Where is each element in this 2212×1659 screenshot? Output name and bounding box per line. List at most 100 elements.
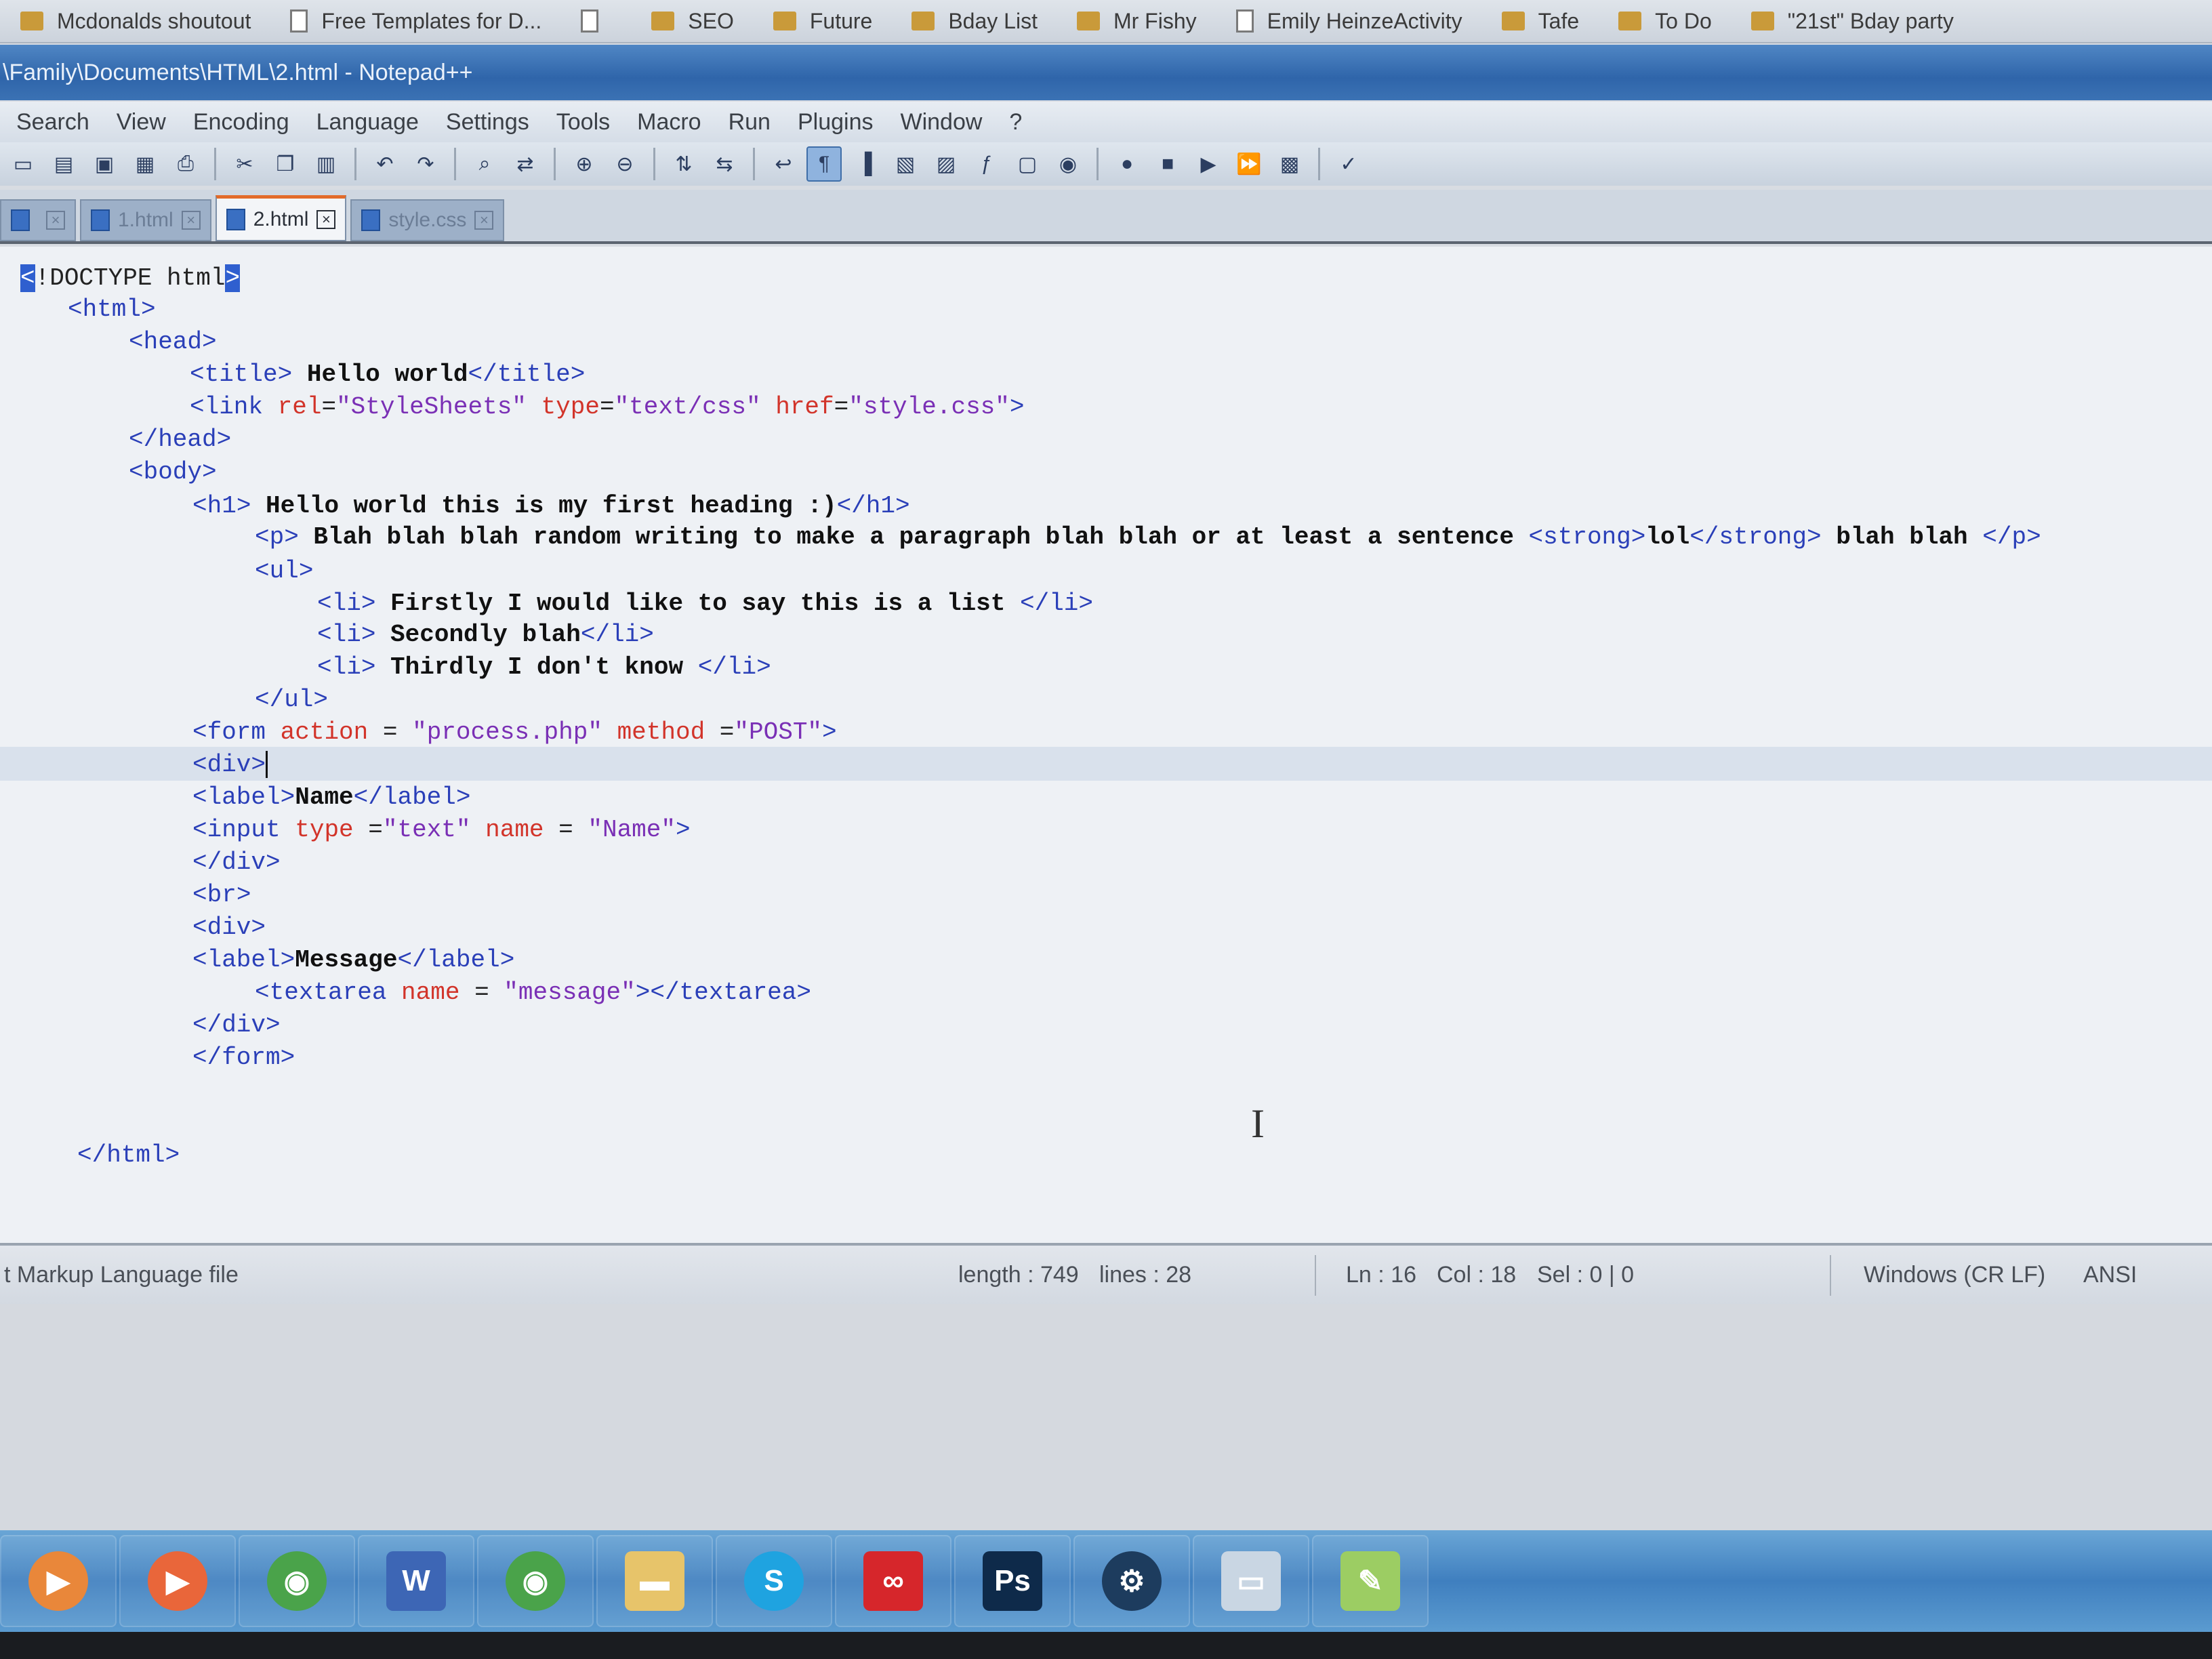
folder-as-workspace-icon[interactable]: ▢ [1010, 146, 1045, 182]
code-line: <li> Thirdly I don't know </li> [317, 653, 771, 681]
notepadpp-icon: ✎ [1340, 1551, 1400, 1611]
menu-view[interactable]: View [117, 109, 166, 136]
paste-icon[interactable]: ▥ [308, 146, 344, 182]
tab-strip: × 1.html × 2.html × style.css × [0, 190, 2212, 244]
code-line: </html> [77, 1141, 180, 1169]
sync-h-icon[interactable]: ⇆ [707, 146, 742, 182]
photoshop-icon: Ps [983, 1551, 1042, 1611]
close-icon[interactable]: × [181, 211, 201, 230]
menu-window[interactable]: Window [900, 109, 982, 136]
menu-encoding[interactable]: Encoding [193, 109, 289, 136]
bookmark-folder-icon [1618, 12, 1642, 30]
bookmark-item[interactable]: "21st" Bday party [1750, 9, 1954, 34]
bookmark-item[interactable]: Bday List [912, 9, 1038, 34]
doc-map-icon[interactable]: ▨ [928, 146, 964, 182]
undo-icon[interactable]: ↶ [367, 146, 403, 182]
new-file-icon[interactable]: ▭ [5, 146, 41, 182]
menu-tools[interactable]: Tools [556, 109, 610, 136]
bookmark-item[interactable] [581, 9, 612, 33]
toolbar-separator [454, 148, 456, 180]
function-list-icon[interactable]: ƒ [969, 146, 1004, 182]
close-icon[interactable]: × [316, 209, 336, 229]
bookmark-item[interactable]: Future [773, 9, 872, 34]
window-title: \Family\Documents\HTML\2.html - Notepad+… [3, 59, 473, 85]
find-icon[interactable]: ⌕ [467, 146, 502, 182]
taskbar-button[interactable]: ◉ [239, 1535, 355, 1627]
toolbar-separator [214, 148, 216, 180]
code-line: </head> [129, 426, 232, 453]
media-player-icon: ▶ [28, 1551, 88, 1611]
monitor-icon[interactable]: ◉ [1050, 146, 1086, 182]
bookmarks-bar: Mcdonalds shoutout Free Templates for D..… [0, 0, 2212, 43]
taskbar-button[interactable]: ∞ [835, 1535, 951, 1627]
menu-plugins[interactable]: Plugins [798, 109, 874, 136]
taskbar-button[interactable]: W [358, 1535, 474, 1627]
menu-run[interactable]: Run [729, 109, 771, 136]
taskbar-button[interactable]: ▬ [596, 1535, 713, 1627]
taskbar-button[interactable]: ▶ [119, 1535, 236, 1627]
status-bar: t Markup Language file length : 749 line… [0, 1243, 2212, 1304]
bookmark-label: To Do [1655, 8, 1712, 33]
bookmark-item[interactable]: Mr Fishy [1076, 9, 1197, 34]
bookmark-label: Tafe [1538, 8, 1580, 33]
bookmark-page-icon [581, 9, 599, 33]
copy-icon[interactable]: ❐ [268, 146, 303, 182]
bookmark-item[interactable]: Free Templates for D... [290, 9, 541, 34]
creative-cloud-icon: ∞ [863, 1551, 923, 1611]
title-bar: \Family\Documents\HTML\2.html - Notepad+… [0, 45, 2212, 100]
word-wrap-icon[interactable]: ↩ [766, 146, 801, 182]
zoom-out-icon[interactable]: ⊖ [607, 146, 642, 182]
code-editor[interactable]: <!DOCTYPE html> <html> <head> <title> Hello… [0, 247, 2212, 1243]
bookmark-folder-icon [20, 12, 43, 30]
replace-icon[interactable]: ⇄ [508, 146, 543, 182]
steam-icon: ⚙ [1102, 1551, 1162, 1611]
taskbar-button[interactable]: ⚙ [1073, 1535, 1190, 1627]
taskbar-button[interactable]: Ps [954, 1535, 1071, 1627]
menu-macro[interactable]: Macro [637, 109, 701, 136]
tab-2-html[interactable]: 2.html × [215, 195, 347, 241]
status-ln: Ln : 16 [1346, 1262, 1416, 1288]
close-icon[interactable]: × [474, 211, 494, 230]
spell-check-icon[interactable]: ✓ [1331, 146, 1366, 182]
code-line: <p> Blah blah blah random writing to mak… [255, 523, 2041, 551]
run-macro-multiple-icon[interactable]: ⏩ [1231, 146, 1267, 182]
close-icon[interactable]: × [46, 211, 65, 230]
menu-help[interactable]: ? [1009, 109, 1022, 136]
document-icon [226, 208, 245, 230]
tab-style-css[interactable]: style.css × [350, 199, 505, 241]
bookmark-item[interactable]: Emily HeinzeActivity [1235, 9, 1462, 34]
stop-macro-icon[interactable]: ■ [1150, 146, 1185, 182]
code-line: <body> [129, 458, 217, 486]
tab-1-html[interactable]: 1.html × [80, 199, 211, 241]
indent-guide-icon[interactable]: ▐ [847, 146, 882, 182]
play-macro-icon[interactable]: ▶ [1191, 146, 1226, 182]
taskbar-button[interactable]: S [716, 1535, 832, 1627]
save-icon[interactable]: ▣ [87, 146, 122, 182]
bookmark-item[interactable]: SEO [651, 9, 734, 34]
print-icon[interactable]: ⎙ [168, 146, 203, 182]
taskbar-button[interactable]: ◉ [477, 1535, 594, 1627]
document-icon [11, 209, 30, 231]
save-all-icon[interactable]: ▦ [127, 146, 163, 182]
menu-search[interactable]: Search [16, 109, 89, 136]
open-file-icon[interactable]: ▤ [46, 146, 81, 182]
taskbar-button[interactable]: ✎ [1312, 1535, 1429, 1627]
menu-settings[interactable]: Settings [446, 109, 529, 136]
taskbar-button[interactable]: ▶ [0, 1535, 117, 1627]
bookmark-item[interactable]: Tafe [1501, 8, 1580, 34]
taskbar-button[interactable]: ▭ [1193, 1535, 1309, 1627]
bookmark-item[interactable]: Mcdonalds shoutout [20, 9, 251, 34]
record-macro-icon[interactable]: ● [1109, 146, 1145, 182]
lang-icon[interactable]: ▧ [888, 146, 923, 182]
menu-language[interactable]: Language [316, 109, 419, 136]
sync-v-icon[interactable]: ⇅ [666, 146, 701, 182]
cut-icon[interactable]: ✂ [227, 146, 262, 182]
zoom-in-icon[interactable]: ⊕ [567, 146, 602, 182]
bookmark-item[interactable]: To Do [1618, 9, 1712, 34]
save-macro-icon[interactable]: ▩ [1272, 146, 1307, 182]
show-all-chars-icon[interactable]: ¶ [806, 146, 842, 182]
bookmark-label: SEO [688, 8, 734, 33]
tab-unnamed[interactable]: × [0, 199, 76, 241]
redo-icon[interactable]: ↷ [408, 146, 443, 182]
code-line: <label>Name</label> [192, 783, 471, 811]
